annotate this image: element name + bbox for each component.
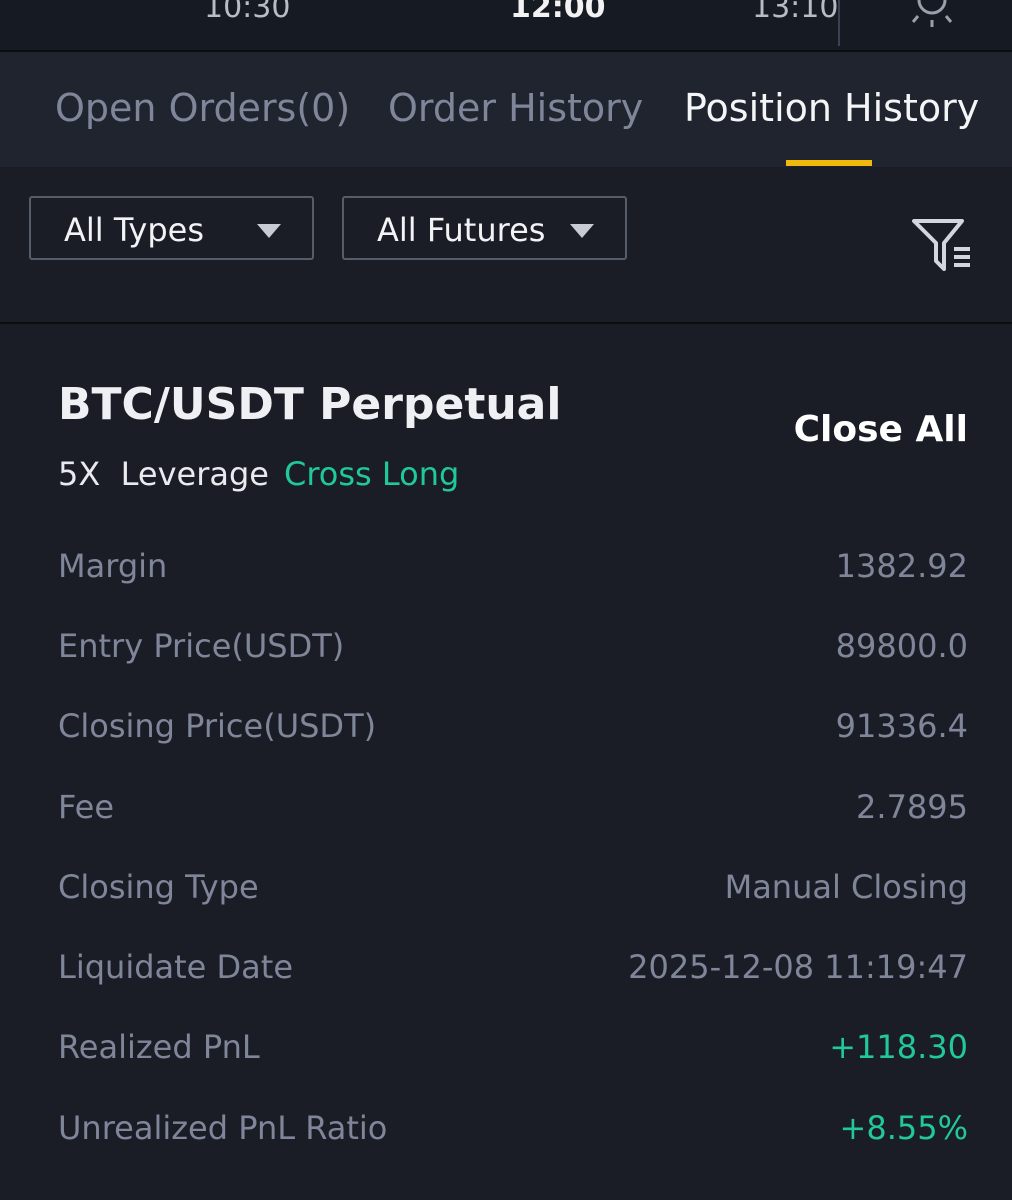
detail-label: Entry Price(USDT) [58, 627, 345, 665]
detail-value: Manual Closing [724, 868, 968, 906]
crosshair-line [838, 0, 840, 46]
position-card: BTC/USDT Perpetual Close All 5X Leverage… [0, 324, 1012, 1200]
detail-value: +8.55% [839, 1109, 968, 1147]
detail-label: Realized PnL [58, 1028, 260, 1066]
detail-value: 2.7895 [856, 788, 968, 826]
tab-order-history[interactable]: Order History [388, 82, 643, 134]
detail-value: 91336.4 [835, 707, 968, 745]
detail-row-closing-type: Closing Type Manual Closing [58, 865, 968, 909]
active-tab-indicator [786, 160, 872, 166]
leverage-label: 5X Leverage [58, 455, 269, 493]
time-label-3: 13:10 [752, 0, 839, 25]
futures-dropdown[interactable]: All Futures [342, 196, 627, 260]
detail-value: 1382.92 [835, 547, 968, 585]
detail-label: Closing Type [58, 868, 259, 906]
pair-title: BTC/USDT Perpetual [58, 379, 562, 430]
detail-label: Closing Price(USDT) [58, 707, 377, 745]
sun-icon[interactable] [904, 0, 960, 28]
tab-position-history[interactable]: Position History [684, 82, 979, 134]
detail-value: +118.30 [829, 1028, 968, 1066]
time-label-2: 12:00 [510, 0, 606, 25]
caret-down-icon [570, 224, 594, 238]
tab-open-orders[interactable]: Open Orders(0) [55, 82, 350, 134]
futures-dropdown-label: All Futures [377, 211, 546, 249]
history-tabs: Open Orders(0) Order History Position Hi… [0, 52, 1012, 167]
filter-list-icon[interactable] [908, 215, 974, 275]
detail-label: Liquidate Date [58, 948, 294, 986]
detail-row-closing-price: Closing Price(USDT) 91336.4 [58, 704, 968, 748]
detail-label: Margin [58, 547, 168, 585]
types-dropdown-label: All Types [64, 211, 205, 249]
caret-down-icon [257, 224, 281, 238]
types-dropdown[interactable]: All Types [29, 196, 314, 260]
detail-value: 2025-12-08 11:19:47 [628, 948, 968, 986]
detail-row-fee: Fee 2.7895 [58, 785, 968, 829]
time-label-1: 10:30 [204, 0, 291, 25]
detail-row-unrealized-pnl-ratio: Unrealized PnL Ratio +8.55% [58, 1106, 968, 1150]
detail-label: Unrealized PnL Ratio [58, 1109, 388, 1147]
detail-row-entry-price: Entry Price(USDT) 89800.0 [58, 624, 968, 668]
filter-bar: All Types All Futures [0, 167, 1012, 322]
detail-row-margin: Margin 1382.92 [58, 544, 968, 588]
detail-row-realized-pnl: Realized PnL +118.30 [58, 1025, 968, 1069]
position-side-badge: Cross Long [284, 455, 460, 493]
detail-value: 89800.0 [835, 627, 968, 665]
detail-label: Fee [58, 788, 115, 826]
detail-row-liquidate-date: Liquidate Date 2025-12-08 11:19:47 [58, 945, 968, 989]
close-all-button[interactable]: Close All [794, 408, 968, 452]
chart-time-axis: 10:30 12:00 13:10 [0, 0, 1012, 52]
